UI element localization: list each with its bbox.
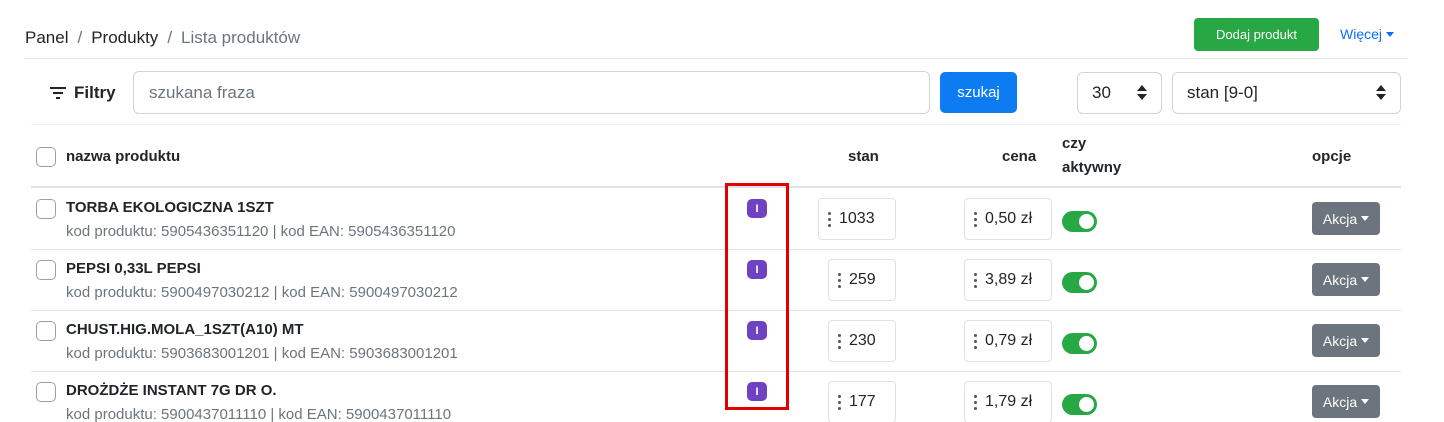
product-name[interactable]: TORBA EKOLOGICZNA 1SZT — [66, 199, 274, 216]
product-name[interactable]: DROŻDŻE INSTANT 7G DR O. — [66, 382, 277, 399]
active-toggle[interactable] — [1062, 272, 1097, 293]
row-checkbox[interactable] — [36, 260, 56, 280]
action-label: Akcja — [1322, 393, 1358, 410]
active-toggle[interactable] — [1062, 333, 1097, 354]
select-all-checkbox[interactable] — [36, 147, 56, 167]
price-cell[interactable]: 0,79 zł — [964, 320, 1052, 362]
breadcrumb-separator: / — [167, 28, 173, 47]
action-label: Akcja — [1322, 271, 1358, 288]
breadcrumb-item-products[interactable]: Produkty — [91, 28, 158, 48]
product-name[interactable]: PEPSI 0,33L PEPSI — [66, 260, 201, 277]
kebab-menu-icon[interactable] — [838, 333, 841, 349]
column-header-stock[interactable]: stan — [848, 148, 879, 165]
table-row: TORBA EKOLOGICZNA 1SZT kod produktu: 590… — [31, 189, 1401, 250]
caret-down-icon — [1361, 277, 1370, 282]
kebab-menu-icon[interactable] — [974, 394, 977, 410]
sort-select[interactable]: stan [9-0] — [1172, 72, 1401, 114]
price-value: 0,79 zł — [985, 332, 1033, 349]
caret-down-icon — [1386, 31, 1395, 37]
column-header-price[interactable]: cena — [1002, 148, 1036, 165]
kebab-menu-icon[interactable] — [838, 272, 841, 288]
action-dropdown-button[interactable]: Akcja — [1312, 385, 1380, 418]
product-badge: I — [747, 260, 767, 279]
stock-cell[interactable]: 230 — [828, 320, 896, 362]
select-arrows-icon — [1376, 85, 1386, 100]
table-row: DROŻDŻE INSTANT 7G DR O. kod produktu: 5… — [31, 372, 1401, 422]
breadcrumb: Panel / Produkty / Lista produktów — [25, 28, 300, 48]
search-input[interactable] — [133, 71, 930, 114]
sort-value: stan [9-0] — [1187, 83, 1258, 102]
stock-value: 230 — [849, 332, 876, 349]
per-page-select[interactable]: 30 — [1077, 72, 1162, 114]
stock-cell[interactable]: 1033 — [818, 198, 896, 240]
column-header-name[interactable]: nazwa produktu — [66, 148, 180, 165]
action-dropdown-button[interactable]: Akcja — [1312, 263, 1380, 296]
product-codes: kod produktu: 5903683001201 | kod EAN: 5… — [66, 345, 458, 362]
select-arrows-icon — [1137, 85, 1147, 100]
product-name[interactable]: CHUST.HIG.MOLA_1SZT(A10) MT — [66, 321, 304, 338]
product-codes: kod produktu: 5905436351120 | kod EAN: 5… — [66, 223, 456, 240]
table-row: PEPSI 0,33L PEPSI kod produktu: 59004970… — [31, 250, 1401, 311]
per-page-value: 30 — [1092, 83, 1111, 102]
search-button[interactable]: szukaj — [940, 72, 1017, 113]
column-header-active-line1: czy — [1062, 135, 1087, 152]
product-codes: kod produktu: 5900497030212 | kod EAN: 5… — [66, 284, 458, 301]
active-toggle[interactable] — [1062, 211, 1097, 232]
kebab-menu-icon[interactable] — [838, 394, 841, 410]
product-badge: I — [747, 382, 767, 401]
kebab-menu-icon[interactable] — [974, 211, 977, 227]
caret-down-icon — [1361, 399, 1370, 404]
price-cell[interactable]: 1,79 zł — [964, 381, 1052, 422]
stock-cell[interactable]: 177 — [828, 381, 896, 422]
stock-value: 259 — [849, 271, 876, 288]
active-toggle[interactable] — [1062, 394, 1097, 415]
row-checkbox[interactable] — [36, 321, 56, 341]
breadcrumb-item-product-list: Lista produktów — [181, 28, 301, 47]
kebab-menu-icon[interactable] — [974, 333, 977, 349]
price-cell[interactable]: 3,89 zł — [964, 259, 1052, 301]
breadcrumb-separator: / — [77, 28, 83, 47]
stock-cell[interactable]: 259 — [828, 259, 896, 301]
row-checkbox[interactable] — [36, 199, 56, 219]
table-row: CHUST.HIG.MOLA_1SZT(A10) MT kod produktu… — [31, 311, 1401, 372]
filters-toggle[interactable]: Filtry — [50, 83, 116, 103]
product-codes: kod produktu: 5900437011110 | kod EAN: 5… — [66, 406, 452, 422]
column-header-options: opcje — [1312, 148, 1352, 165]
product-badge: I — [747, 199, 767, 218]
table-header: nazwa produktu stan cena czy aktywny opc… — [31, 124, 1401, 188]
caret-down-icon — [1361, 338, 1370, 343]
caret-down-icon — [1361, 216, 1370, 221]
action-dropdown-button[interactable]: Akcja — [1312, 202, 1380, 235]
row-checkbox[interactable] — [36, 382, 56, 402]
action-label: Akcja — [1322, 332, 1358, 349]
action-label: Akcja — [1322, 210, 1358, 227]
action-dropdown-button[interactable]: Akcja — [1312, 324, 1380, 357]
breadcrumb-item-panel[interactable]: Panel — [25, 28, 68, 48]
product-badge: I — [747, 321, 767, 340]
more-dropdown[interactable]: Więcej — [1340, 26, 1395, 42]
stock-value: 1033 — [839, 210, 875, 227]
add-product-button[interactable]: Dodaj produkt — [1194, 18, 1319, 51]
more-label: Więcej — [1340, 26, 1383, 42]
price-cell[interactable]: 0,50 zł — [964, 198, 1052, 240]
kebab-menu-icon[interactable] — [828, 211, 831, 227]
stock-value: 177 — [849, 393, 876, 410]
filter-icon — [50, 87, 66, 99]
column-header-active-line2: aktywny — [1062, 159, 1122, 176]
price-value: 0,50 zł — [985, 210, 1033, 227]
header-divider — [25, 58, 1407, 59]
filters-label: Filtry — [74, 83, 116, 102]
price-value: 1,79 zł — [985, 393, 1033, 410]
price-value: 3,89 zł — [985, 271, 1033, 288]
kebab-menu-icon[interactable] — [974, 272, 977, 288]
